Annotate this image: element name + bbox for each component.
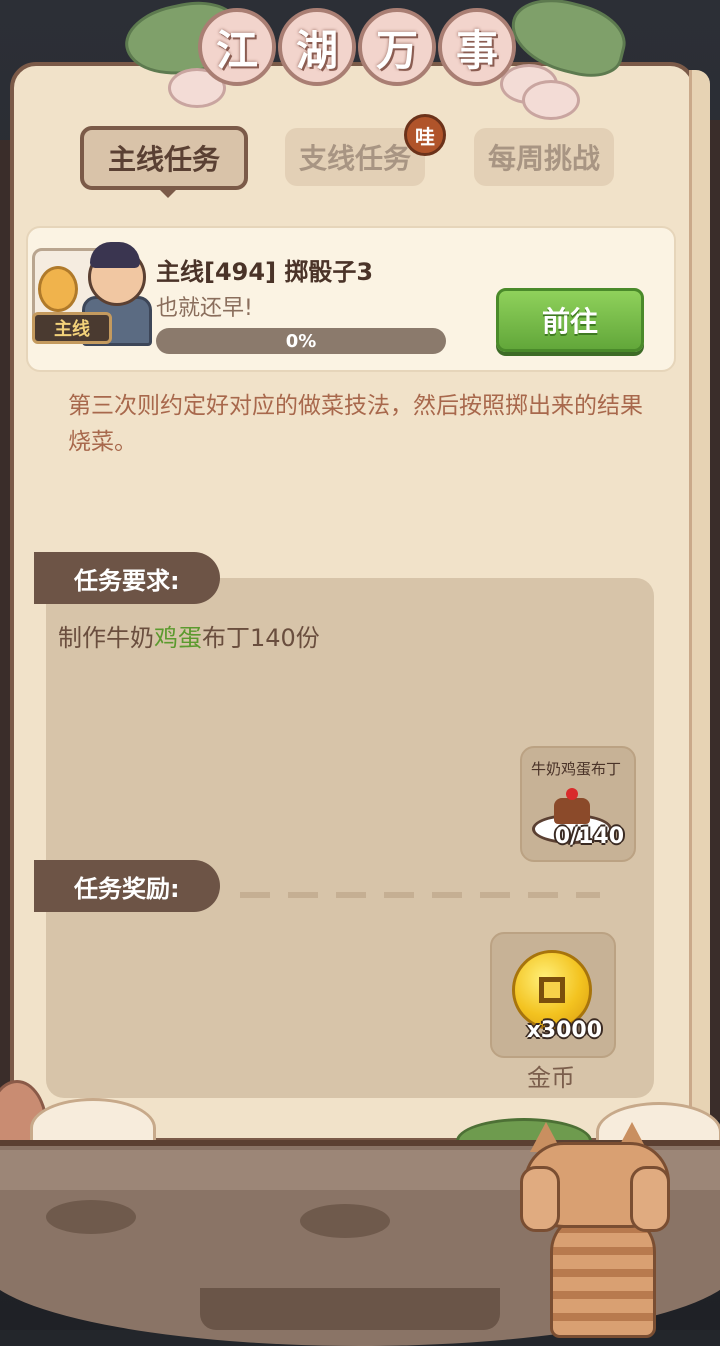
- requirement-highlight: 鸡蛋: [154, 624, 202, 652]
- reward-count: x3000: [526, 1018, 602, 1043]
- coin-square-hole: [539, 977, 565, 1003]
- fishcake-decoration: [522, 80, 580, 120]
- scroll-edge: [689, 70, 710, 1130]
- bowl-spot: [300, 1204, 390, 1238]
- requirement-text-part: 布丁140份: [202, 624, 320, 652]
- quest-subtitle: 也就还早!: [156, 296, 253, 321]
- title-char: 湖: [278, 8, 356, 86]
- requirement-text-part: 制作牛奶: [58, 624, 154, 652]
- reward-label: 任务奖励:: [34, 860, 220, 912]
- gourd-icon: [38, 266, 78, 312]
- progress-label: 0%: [285, 330, 317, 352]
- page-title: 江 湖 万 事: [198, 8, 516, 86]
- reward-name: 金币: [527, 1064, 575, 1092]
- quest-description: 第三次则约定好对应的做菜技法，然后按照掷出来的结果烧菜。: [68, 393, 643, 455]
- requirement-text: 制作牛奶鸡蛋布丁140份: [58, 618, 320, 653]
- title-char: 江: [198, 8, 276, 86]
- quest-type-tag: 主线: [32, 312, 112, 344]
- title-char: 事: [438, 8, 516, 86]
- cherry-shape: [566, 788, 578, 800]
- pudding-shape: [554, 798, 590, 824]
- quest-title: 主线[494] 掷骰子3: [156, 258, 374, 286]
- dashed-divider: [240, 892, 600, 898]
- cat-paw: [630, 1166, 670, 1232]
- tab-weekly-challenge[interactable]: 每周挑战: [474, 128, 614, 186]
- requirement-label: 任务要求:: [34, 552, 220, 604]
- new-badge: 哇: [404, 114, 446, 156]
- title-char: 万: [358, 8, 436, 86]
- go-button[interactable]: 前往: [496, 288, 644, 352]
- cat-paw: [520, 1166, 560, 1232]
- bowl-foot: [200, 1288, 500, 1330]
- character-hair: [90, 242, 140, 268]
- bowl-spot: [46, 1200, 136, 1234]
- required-item-name: 牛奶鸡蛋布丁: [530, 760, 621, 778]
- cat-mascot: [520, 1122, 670, 1338]
- required-item-count: 0/140: [554, 824, 624, 849]
- tab-main-quest[interactable]: 主线任务: [80, 126, 248, 198]
- quest-progress-bar: 0%: [156, 328, 446, 354]
